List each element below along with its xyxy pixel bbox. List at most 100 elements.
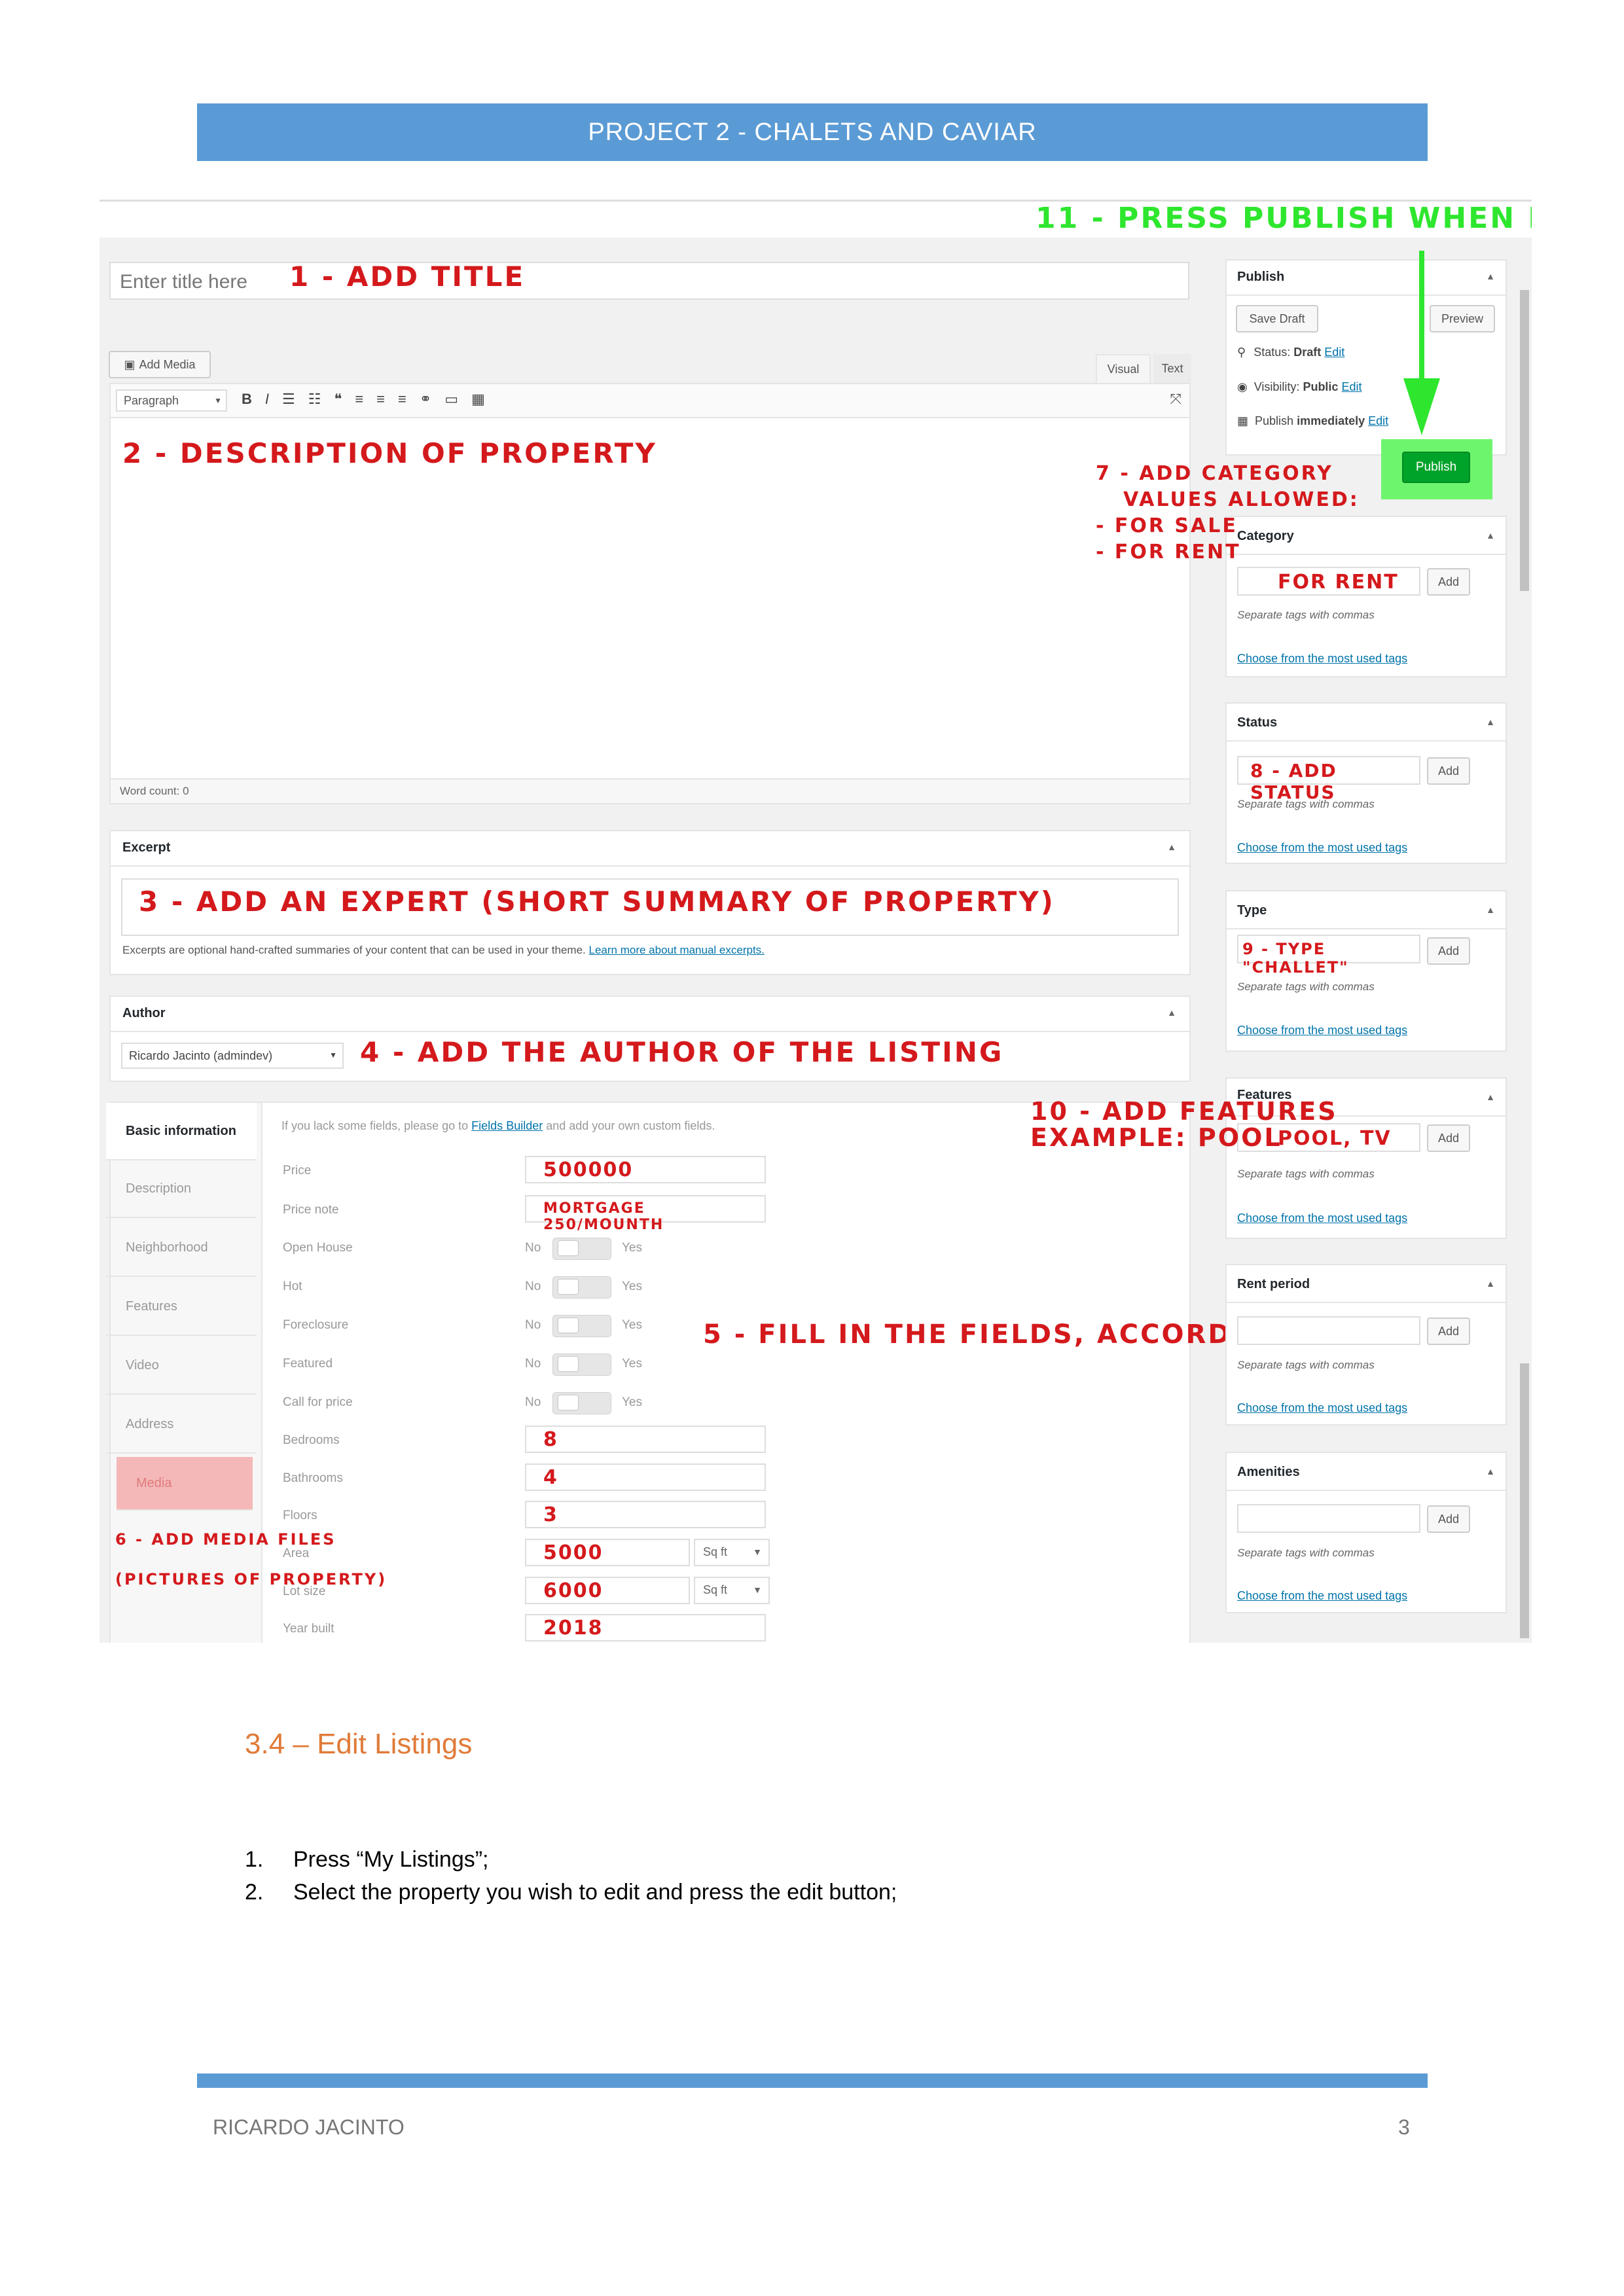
amenities-most-used-link[interactable]: Choose from the most used tags bbox=[1237, 1589, 1407, 1603]
amenities-input[interactable] bbox=[1237, 1504, 1420, 1533]
type-most-used-link[interactable]: Choose from the most used tags bbox=[1237, 1024, 1407, 1037]
annotation-category-3: - FOR SALE bbox=[1096, 514, 1238, 537]
editor-toolbar: Paragraph ▼ BI☰☷❝≡≡≡⚭▭▦ ⤧ bbox=[111, 384, 1189, 418]
italic-icon[interactable]: I bbox=[265, 391, 282, 407]
annotation-add-title: 1 - ADD TITLE bbox=[289, 260, 526, 293]
price-input[interactable]: 500000 bbox=[525, 1156, 766, 1183]
read-more-icon[interactable]: ▭ bbox=[444, 391, 471, 407]
annotation-category-4: - FOR RENT bbox=[1096, 541, 1241, 564]
numbered-list-icon[interactable]: ☷ bbox=[308, 391, 334, 407]
add-media-button[interactable]: ▣ Add Media bbox=[109, 351, 211, 378]
bold-icon[interactable]: B bbox=[242, 391, 265, 407]
rent-period-add-button[interactable]: Add bbox=[1427, 1318, 1470, 1345]
lot-size-input[interactable]: 6000 bbox=[525, 1577, 690, 1604]
chevron-down-icon: ▼ bbox=[753, 1585, 762, 1595]
align-left-icon[interactable]: ≡ bbox=[355, 391, 376, 407]
amenities-add-button[interactable]: Add bbox=[1427, 1505, 1470, 1533]
excerpt-learn-more-link[interactable]: Learn more about manual excerpts. bbox=[589, 944, 765, 956]
tab-text[interactable]: Text bbox=[1153, 354, 1191, 383]
bathrooms-input[interactable]: 4 bbox=[525, 1463, 766, 1491]
publish-box: Publish ▲ Save Draft Preview ⚲ Status: Dr… bbox=[1225, 259, 1507, 456]
toolbar-toggle-icon[interactable]: ▦ bbox=[471, 391, 498, 407]
collapse-arrow-icon[interactable]: ▲ bbox=[1486, 905, 1495, 915]
collapse-arrow-icon[interactable]: ▲ bbox=[1486, 1278, 1495, 1289]
save-draft-button[interactable]: Save Draft bbox=[1236, 305, 1318, 332]
lot-size-unit-select[interactable]: Sq ft ▼ bbox=[694, 1577, 770, 1604]
fields-intro: If you lack some fields, please go to Fi… bbox=[281, 1119, 715, 1132]
annotation-description: 2 - DESCRIPTION OF PROPERTY bbox=[122, 437, 657, 469]
features-add-button[interactable]: Add bbox=[1427, 1124, 1470, 1152]
scrollbar[interactable] bbox=[1519, 290, 1530, 1643]
area-unit-select[interactable]: Sq ft ▼ bbox=[694, 1539, 770, 1566]
format-select[interactable]: Paragraph ▼ bbox=[116, 389, 227, 412]
category-add-button[interactable]: Add bbox=[1427, 568, 1470, 596]
rent-period-input[interactable] bbox=[1237, 1316, 1420, 1345]
pin-icon: ⚲ bbox=[1237, 346, 1246, 359]
tab-media[interactable]: Media bbox=[117, 1457, 253, 1511]
fullscreen-icon[interactable]: ⤧ bbox=[1170, 391, 1182, 408]
collapse-arrow-icon[interactable]: ▲ bbox=[1486, 717, 1495, 727]
features-most-used-link[interactable]: Choose from the most used tags bbox=[1237, 1211, 1407, 1225]
type-add-button[interactable]: Add bbox=[1427, 937, 1470, 965]
category-box: Category ▲ FOR RENT Add Separate tags wi… bbox=[1225, 516, 1507, 677]
title-input[interactable]: Enter title here bbox=[109, 262, 1189, 300]
tab-visual[interactable]: Visual bbox=[1096, 354, 1151, 383]
chevron-down-icon: ▼ bbox=[329, 1050, 337, 1060]
wordpress-editor-screenshot: Enter title here 1 - ADD TITLE ▣ Add Medi… bbox=[99, 200, 1532, 1643]
tab-basic-information[interactable]: Basic information bbox=[106, 1103, 257, 1160]
annotation-features-1: 10 - ADD FEATURES bbox=[1030, 1097, 1338, 1126]
chevron-down-icon: ▼ bbox=[753, 1547, 762, 1557]
link-icon[interactable]: ⚭ bbox=[420, 391, 444, 407]
align-center-icon[interactable]: ≡ bbox=[376, 391, 398, 407]
tab-neighborhood[interactable]: Neighborhood bbox=[106, 1219, 257, 1277]
tab-description[interactable]: Description bbox=[106, 1160, 257, 1218]
step-text-1: Press “My Listings”; bbox=[293, 1847, 489, 1872]
collapse-arrow-icon[interactable]: ▲ bbox=[1486, 1092, 1495, 1102]
visibility-edit-link[interactable]: Edit bbox=[1341, 380, 1362, 393]
author-select[interactable]: Ricardo Jacinto (admindev) ▼ bbox=[121, 1043, 344, 1069]
tab-features[interactable]: Features bbox=[106, 1278, 257, 1336]
foreclosure-toggle[interactable] bbox=[552, 1315, 611, 1337]
year-built-input[interactable]: 2018 bbox=[525, 1614, 766, 1641]
open-house-toggle[interactable] bbox=[552, 1238, 611, 1260]
bullet-list-icon[interactable]: ☰ bbox=[282, 391, 308, 407]
price-note-input[interactable]: MORTGAGE 250/MOUNTH bbox=[525, 1195, 766, 1233]
tab-address[interactable]: Address bbox=[106, 1396, 257, 1454]
publish-button[interactable]: Publish bbox=[1402, 452, 1470, 483]
floors-input[interactable]: 3 bbox=[525, 1501, 766, 1528]
status-input[interactable]: 8 - ADD STATUS bbox=[1237, 756, 1420, 803]
type-input[interactable]: 9 - TYPE "CHALLET" bbox=[1237, 935, 1420, 977]
call-for-price-toggle[interactable] bbox=[552, 1392, 611, 1414]
document-header: PROJECT 2 - CHALETS AND CAVIAR bbox=[197, 103, 1428, 161]
footer-author: RICARDO JACINTO bbox=[213, 2115, 405, 2139]
step-number-1: 1. bbox=[245, 1847, 264, 1872]
category-input[interactable]: FOR RENT bbox=[1237, 567, 1420, 596]
collapse-arrow-icon[interactable]: ▲ bbox=[1167, 1007, 1176, 1018]
tab-video[interactable]: Video bbox=[106, 1337, 257, 1395]
collapse-arrow-icon[interactable]: ▲ bbox=[1486, 271, 1495, 281]
category-most-used-link[interactable]: Choose from the most used tags bbox=[1237, 652, 1407, 666]
collapse-arrow-icon[interactable]: ▲ bbox=[1486, 1466, 1495, 1477]
fields-builder-link[interactable]: Fields Builder bbox=[471, 1119, 543, 1132]
calendar-icon: ▦ bbox=[1237, 414, 1249, 427]
status-most-used-link[interactable]: Choose from the most used tags bbox=[1237, 841, 1407, 855]
amenities-box: Amenities ▲ Add Separate tags with comma… bbox=[1225, 1452, 1507, 1613]
annotation-excerpt: 3 - ADD AN EXPERT (SHORT SUMMARY OF PROP… bbox=[139, 886, 1055, 918]
featured-toggle[interactable] bbox=[552, 1354, 611, 1376]
status-edit-link[interactable]: Edit bbox=[1324, 346, 1344, 359]
annotation-publish: 11 - PRESS PUBLISH WHEN DONE bbox=[1036, 202, 1532, 235]
rent-period-most-used-link[interactable]: Choose from the most used tags bbox=[1237, 1401, 1407, 1415]
hot-toggle[interactable] bbox=[552, 1276, 611, 1299]
status-add-button[interactable]: Add bbox=[1427, 757, 1470, 785]
collapse-arrow-icon[interactable]: ▲ bbox=[1167, 842, 1176, 852]
scrollbar-thumb[interactable] bbox=[1520, 290, 1529, 591]
bedrooms-input[interactable]: 8 bbox=[525, 1426, 766, 1453]
collapse-arrow-icon[interactable]: ▲ bbox=[1486, 530, 1495, 541]
align-right-icon[interactable]: ≡ bbox=[398, 391, 420, 407]
schedule-row: ▦ Publish immediately Edit bbox=[1237, 414, 1389, 427]
annotation-media-line1: 6 - ADD MEDIA FILES bbox=[115, 1530, 336, 1549]
schedule-edit-link[interactable]: Edit bbox=[1368, 414, 1388, 427]
arrow-down-icon bbox=[1403, 251, 1440, 435]
area-input[interactable]: 5000 bbox=[525, 1539, 690, 1566]
blockquote-icon[interactable]: ❝ bbox=[334, 391, 355, 407]
